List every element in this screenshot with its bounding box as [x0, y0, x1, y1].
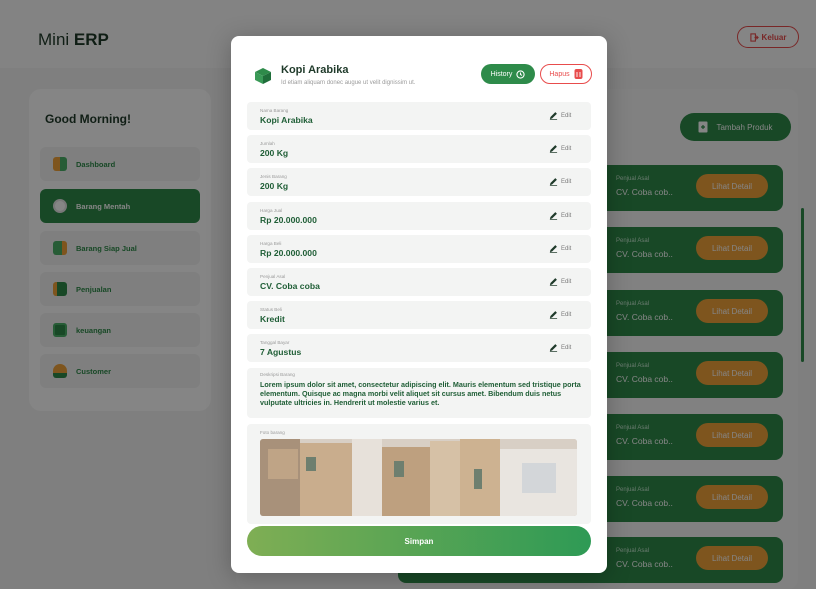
pencil-icon	[549, 311, 558, 319]
field-value: 7 Agustus	[260, 347, 302, 357]
product-photo[interactable]	[260, 439, 577, 516]
edit-button[interactable]: Edit	[549, 111, 571, 120]
field-label: Foto barang	[260, 430, 285, 435]
field-value: 200 Kg	[260, 181, 289, 191]
pencil-icon	[549, 245, 558, 253]
edit-button[interactable]: Edit	[549, 277, 571, 286]
field-value: CV. Coba coba	[260, 281, 320, 291]
trash-icon	[574, 69, 583, 79]
field-status-beli: Status Beli Kredit Edit	[247, 301, 591, 329]
field-tanggal-bayar: Tanggal Bayar 7 Agustus Edit	[247, 334, 591, 362]
box-icon	[255, 68, 271, 84]
edit-label: Edit	[561, 212, 572, 219]
field-value: 200 Kg	[260, 148, 289, 158]
edit-button[interactable]: Edit	[549, 144, 571, 153]
history-label: History	[490, 70, 513, 78]
clock-icon	[516, 69, 526, 79]
edit-label: Edit	[561, 112, 572, 119]
field-value: Kopi Arabika	[260, 115, 313, 125]
edit-label: Edit	[561, 311, 572, 318]
field-label: Tanggal Bayar	[260, 340, 290, 345]
history-button[interactable]: History	[481, 64, 535, 84]
pencil-icon	[549, 178, 558, 186]
edit-label: Edit	[561, 178, 572, 185]
product-detail-modal: Kopi Arabika Id etiam aliquam donec augu…	[231, 36, 607, 573]
edit-label: Edit	[561, 245, 572, 252]
field-label: Harga Jual	[260, 208, 283, 213]
edit-button[interactable]: Edit	[549, 244, 571, 253]
field-jenis-barang: Jenis Barang 200 Kg Edit	[247, 168, 591, 196]
field-label: Nama Barang	[260, 108, 289, 113]
description-field[interactable]: Deskripsi Barang Lorem ipsum dolor sit a…	[247, 368, 591, 418]
pencil-icon	[549, 145, 558, 153]
modal-subtitle: Id etiam aliquam donec augue ut velit di…	[281, 80, 416, 86]
field-jumlah: Jumlah 200 Kg Edit	[247, 135, 591, 163]
delete-button[interactable]: Hapus	[540, 64, 592, 84]
field-value: Kredit	[260, 314, 285, 324]
field-harga-beli: Harga Beli Rp 20.000.000 Edit	[247, 235, 591, 263]
photo-field: Foto barang	[247, 424, 591, 524]
field-label: Jenis Barang	[260, 174, 287, 179]
field-label: Harga Beli	[260, 241, 282, 246]
description-text: Lorem ipsum dolor sit amet, consectetur …	[260, 380, 581, 407]
field-nama-barang: Nama Barang Kopi Arabika Edit	[247, 102, 591, 130]
field-harga-jual: Harga Jual Rp 20.000.000 Edit	[247, 202, 591, 230]
field-penjual-asal: Penjual Asal CV. Coba coba Edit	[247, 268, 591, 296]
field-label: Deskripsi Barang	[260, 372, 295, 377]
cardboard-boxes-image	[260, 439, 577, 516]
delete-label: Hapus	[549, 70, 570, 78]
edit-button[interactable]: Edit	[549, 177, 571, 186]
pencil-icon	[549, 344, 558, 352]
field-value: Rp 20.000.000	[260, 215, 317, 225]
edit-label: Edit	[561, 278, 572, 285]
field-label: Jumlah	[260, 141, 275, 146]
pencil-icon	[549, 112, 558, 120]
edit-button[interactable]: Edit	[549, 310, 571, 319]
field-value: Rp 20.000.000	[260, 248, 317, 258]
edit-label: Edit	[561, 145, 572, 152]
edit-button[interactable]: Edit	[549, 211, 571, 220]
edit-label: Edit	[561, 344, 572, 351]
field-label: Status Beli	[260, 307, 282, 312]
pencil-icon	[549, 278, 558, 286]
field-label: Penjual Asal	[260, 274, 286, 279]
pencil-icon	[549, 212, 558, 220]
edit-button[interactable]: Edit	[549, 343, 571, 352]
modal-title: Kopi Arabika	[281, 64, 349, 76]
save-button[interactable]: Simpan	[247, 526, 591, 556]
